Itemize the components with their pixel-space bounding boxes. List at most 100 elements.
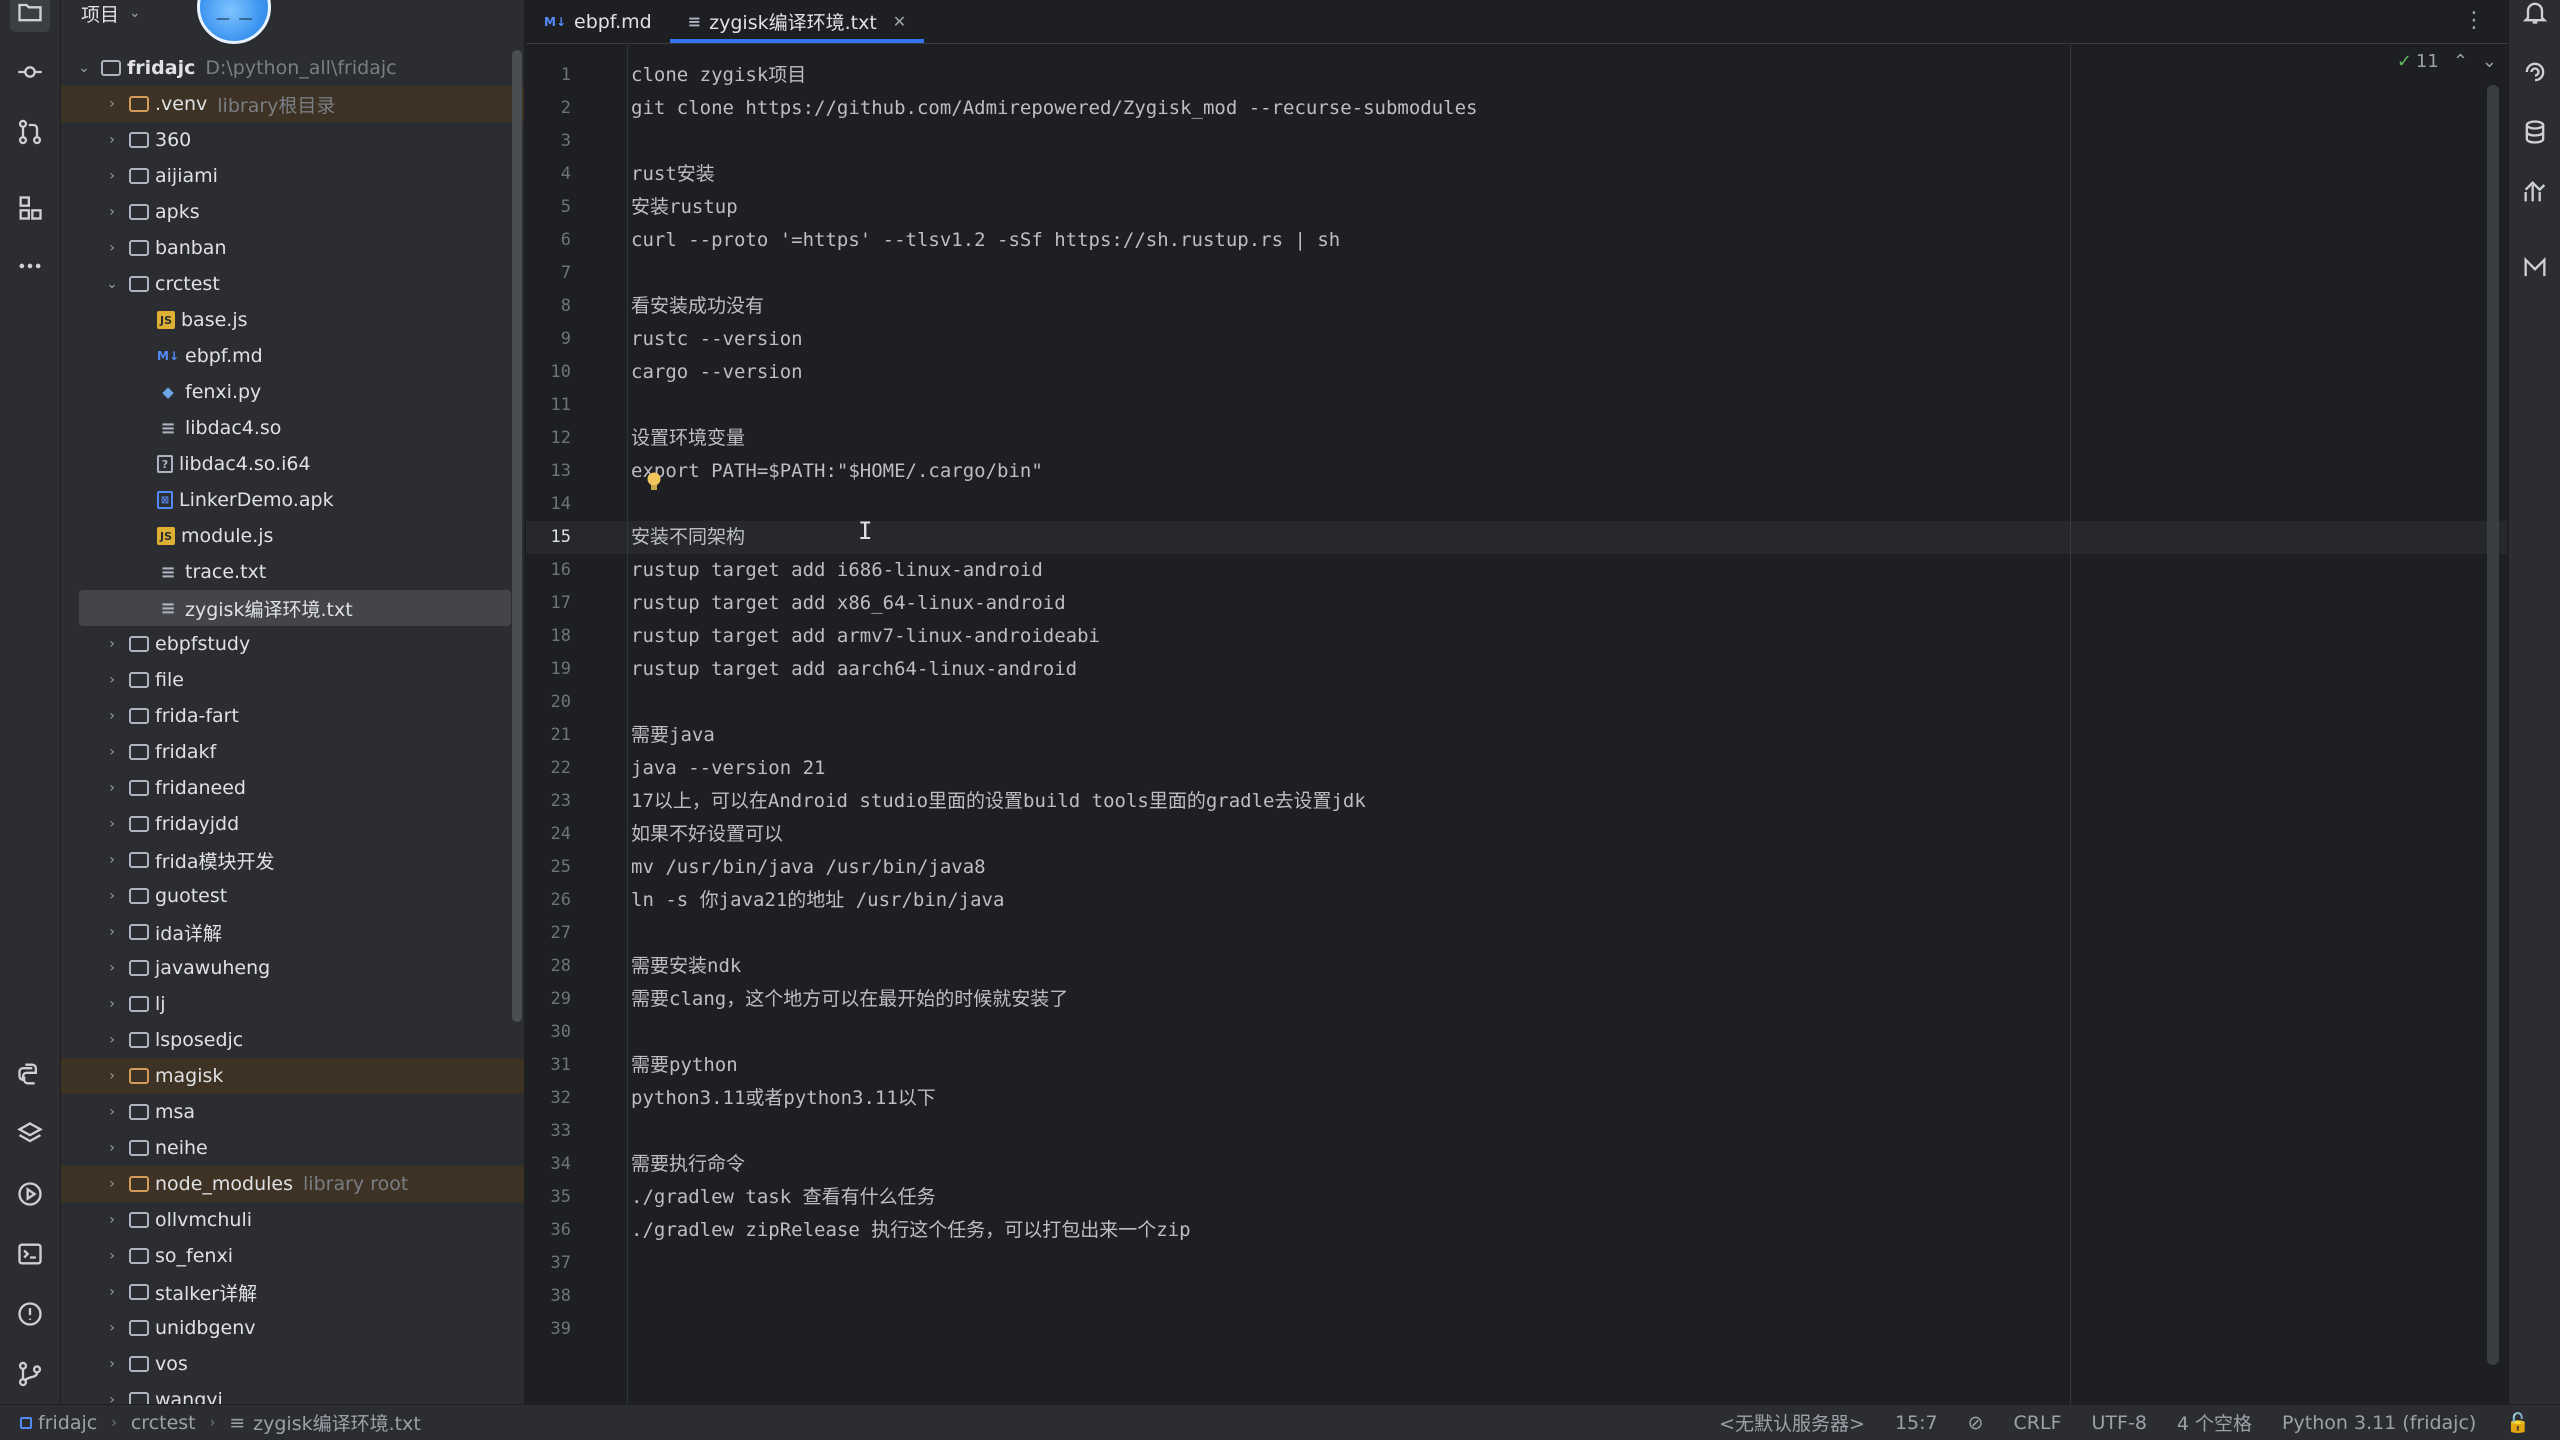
chevron-down-icon[interactable]: ⌄: [75, 60, 93, 76]
chevron-right-icon[interactable]: ›: [103, 1176, 121, 1192]
chevron-down-icon[interactable]: ⌄: [103, 276, 121, 292]
tree-folder-item[interactable]: › vos: [61, 1346, 524, 1382]
chevron-right-icon[interactable]: ›: [103, 1356, 121, 1372]
tree-file-item[interactable]: ≡ zygisk编译环境.txt: [79, 590, 511, 626]
tree-folder-item[interactable]: › ollvmchuli: [61, 1202, 524, 1238]
breadcrumb-item-file[interactable]: ≡ zygisk编译环境.txt: [229, 1409, 421, 1436]
tree-folder-item[interactable]: › banban: [61, 230, 524, 266]
line-separator-widget[interactable]: CRLF: [2014, 1412, 2062, 1434]
layers-icon[interactable]: [10, 1114, 50, 1154]
code-line[interactable]: java --version 21: [631, 752, 825, 785]
inspection-off-icon[interactable]: ⊘: [1968, 1412, 1984, 1434]
code-line[interactable]: 看安装成功没有: [631, 290, 764, 323]
indent-widget[interactable]: 4 个空格: [2177, 1409, 2252, 1436]
problems-icon[interactable]: [10, 1294, 50, 1334]
tree-folder-item[interactable]: › javawuheng: [61, 950, 524, 986]
tree-folder-item[interactable]: › ida详解: [61, 914, 524, 950]
structure-icon[interactable]: [10, 188, 50, 228]
lock-icon[interactable]: 🔓: [2506, 1411, 2530, 1434]
chevron-right-icon[interactable]: ›: [103, 888, 121, 904]
code-line[interactable]: rustup target add armv7-linux-androideab…: [631, 620, 1100, 653]
chevron-right-icon[interactable]: ›: [103, 132, 121, 148]
code-line[interactable]: curl --proto '=https' --tlsv1.2 -sSf htt…: [631, 224, 1340, 257]
tree-folder-item[interactable]: › so_fenxi: [61, 1238, 524, 1274]
database-icon[interactable]: [2515, 112, 2555, 152]
code-line[interactable]: 设置环境变量: [631, 422, 745, 455]
chevron-right-icon[interactable]: ›: [103, 960, 121, 976]
breadcrumb-item-project[interactable]: fridajc: [20, 1412, 97, 1434]
code-line[interactable]: ln -s 你java21的地址 /usr/bin/java: [631, 884, 1004, 917]
run-icon[interactable]: [10, 1174, 50, 1214]
chevron-right-icon[interactable]: ›: [103, 1392, 121, 1404]
chevron-right-icon[interactable]: ›: [103, 672, 121, 688]
chevron-right-icon[interactable]: ›: [103, 816, 121, 832]
chevron-right-icon[interactable]: ›: [103, 1068, 121, 1084]
notifications-bell-icon[interactable]: [2515, 0, 2555, 32]
chevron-right-icon[interactable]: ›: [103, 168, 121, 184]
encoding-widget[interactable]: UTF-8: [2092, 1412, 2147, 1434]
ai-assistant-icon[interactable]: [2515, 52, 2555, 92]
chevron-right-icon[interactable]: ›: [103, 1140, 121, 1156]
code-line[interactable]: 安装rustup: [631, 191, 738, 224]
git-icon[interactable]: [10, 1354, 50, 1394]
tree-folder-item[interactable]: › ebpfstudy: [61, 626, 524, 662]
tree-file-item[interactable]: ≡ trace.txt: [61, 554, 524, 590]
project-folder-icon[interactable]: [10, 0, 50, 32]
chevron-right-icon[interactable]: ›: [103, 1320, 121, 1336]
code-line[interactable]: rustup target add aarch64-linux-android: [631, 653, 1077, 686]
close-icon[interactable]: ✕: [893, 12, 906, 31]
chevron-right-icon[interactable]: ›: [103, 96, 121, 112]
previous-highlight-icon[interactable]: ⌃: [2453, 51, 2468, 72]
tree-folder-item[interactable]: › lsposedjc: [61, 1022, 524, 1058]
project-panel-title[interactable]: 项目: [81, 0, 119, 27]
tree-folder-item[interactable]: › fridaneed: [61, 770, 524, 806]
tree-folder-item[interactable]: › fridayjdd: [61, 806, 524, 842]
code-line[interactable]: rustc --version: [631, 323, 803, 356]
code-line[interactable]: python3.11或者python3.11以下: [631, 1082, 936, 1115]
project-tree-scrollbar[interactable]: [512, 50, 522, 1022]
code-line[interactable]: export PATH=$PATH:"$HOME/.cargo/bin": [631, 455, 1043, 488]
tree-file-item[interactable]: ? libdac4.so.i64: [61, 446, 524, 482]
python-console-icon[interactable]: [10, 1054, 50, 1094]
code-line[interactable]: rustup target add i686-linux-android: [631, 554, 1043, 587]
commit-icon[interactable]: [10, 52, 50, 92]
tree-folder-item[interactable]: › frida-fart: [61, 698, 524, 734]
code-line[interactable]: 17以上，可以在Android studio里面的设置build tools里面…: [631, 785, 1366, 818]
code-line[interactable]: ./gradlew zipRelease 执行这个任务，可以打包出来一个zip: [631, 1214, 1191, 1247]
tree-folder-item[interactable]: ⌄ fridajc D:\python_all\fridajc: [61, 50, 524, 86]
code-line[interactable]: 需要clang，这个地方可以在最开始的时候就安装了: [631, 983, 1068, 1016]
tree-folder-item[interactable]: › aijiami: [61, 158, 524, 194]
tree-folder-item[interactable]: › node_modules library root: [61, 1166, 524, 1202]
deployment-server-widget[interactable]: <无默认服务器>: [1719, 1409, 1865, 1436]
chevron-right-icon[interactable]: ›: [103, 240, 121, 256]
code-line[interactable]: 需要执行命令: [631, 1148, 745, 1181]
chevron-right-icon[interactable]: ›: [103, 636, 121, 652]
tree-folder-item[interactable]: › guotest: [61, 878, 524, 914]
tree-file-item[interactable]: ⊠ LinkerDemo.apk: [61, 482, 524, 518]
more-tools-icon[interactable]: [10, 246, 50, 286]
code-editor[interactable]: 1 2 3 4 5 6 7 8 9 10 11 12 13 14 15 16 17 18 19 20 21 22 23 24 2…: [526, 45, 2507, 1404]
chevron-right-icon[interactable]: ›: [103, 924, 121, 940]
tree-folder-item[interactable]: › lj: [61, 986, 524, 1022]
tree-folder-item[interactable]: ⌄ crctest: [61, 266, 524, 302]
tab-zygisk-txt[interactable]: ≡ zygisk编译环境.txt ✕: [669, 0, 925, 43]
next-highlight-icon[interactable]: ⌄: [2482, 51, 2497, 72]
caret-position-widget[interactable]: 15:7: [1895, 1412, 1938, 1434]
tab-options-icon[interactable]: ⋮: [2463, 8, 2485, 33]
tree-folder-item[interactable]: › file: [61, 662, 524, 698]
code-line[interactable]: git clone https://github.com/Admirepower…: [631, 92, 1477, 125]
tree-file-item[interactable]: M↓ ebpf.md: [61, 338, 524, 374]
chevron-right-icon[interactable]: ›: [103, 852, 121, 868]
code-line[interactable]: rustup target add x86_64-linux-android: [631, 587, 1066, 620]
tree-folder-item[interactable]: › frida模块开发: [61, 842, 524, 878]
tree-folder-item[interactable]: › wangyi: [61, 1382, 524, 1404]
terminal-icon[interactable]: [10, 1234, 50, 1274]
editor-scrollbar[interactable]: [2487, 85, 2499, 1365]
code-line[interactable]: cargo --version: [631, 356, 803, 389]
chevron-right-icon[interactable]: ›: [103, 1212, 121, 1228]
code-line[interactable]: 安装不同架构: [631, 521, 745, 554]
code-line[interactable]: 需要安装ndk: [631, 950, 741, 983]
tree-folder-item[interactable]: › magisk: [61, 1058, 524, 1094]
interpreter-widget[interactable]: Python 3.11 (fridajc): [2282, 1412, 2476, 1434]
tree-folder-item[interactable]: › neihe: [61, 1130, 524, 1166]
